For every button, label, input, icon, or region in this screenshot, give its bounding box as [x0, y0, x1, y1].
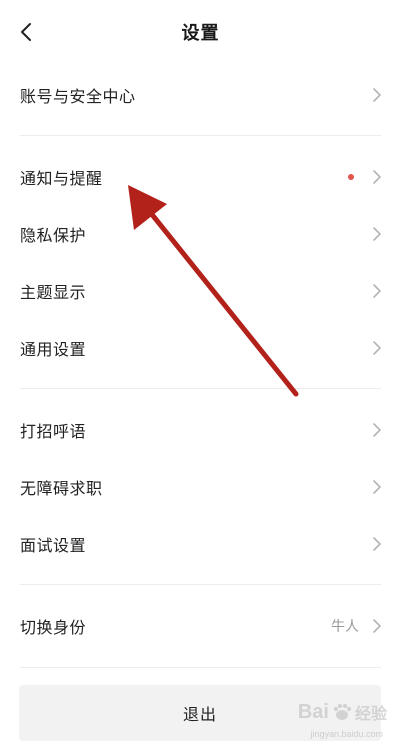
privacy-item[interactable]: 隐私保护 — [20, 206, 381, 262]
settings-page: 设置 账号与安全中心 通知与提醒 隐私保护 主题显示 通用设置 打招呼语 无障碍… — [0, 0, 401, 756]
list-item-label: 主题显示 — [20, 283, 87, 302]
greeting-item[interactable]: 打招呼语 — [20, 402, 381, 458]
chevron-right-icon — [367, 227, 381, 241]
chevron-right-icon — [367, 88, 381, 102]
chevron-right-icon — [367, 341, 381, 355]
baidu-watermark: Bai 经验 — [298, 700, 387, 724]
list-item-label: 通知与提醒 — [20, 169, 103, 188]
list-item-label: 隐私保护 — [20, 226, 87, 245]
list-item-label: 无障碍求职 — [20, 479, 103, 498]
chevron-right-icon — [367, 423, 381, 437]
header: 设置 — [0, 0, 401, 64]
divider — [20, 584, 381, 585]
current-identity-value: 牛人 — [331, 619, 359, 635]
account-security-item[interactable]: 账号与安全中心 — [20, 67, 381, 123]
chevron-right-icon — [367, 619, 381, 633]
watermark-brand-cn: 经验 — [354, 704, 387, 723]
paw-icon — [333, 703, 352, 720]
list-item-label: 打招呼语 — [20, 422, 87, 441]
notification-dot — [348, 174, 354, 180]
list-item-label: 账号与安全中心 — [20, 87, 136, 106]
divider — [20, 135, 381, 136]
accessible-job-search-item[interactable]: 无障碍求职 — [20, 459, 381, 515]
interview-settings-item[interactable]: 面试设置 — [20, 516, 381, 572]
chevron-right-icon — [367, 480, 381, 494]
notifications-item[interactable]: 通知与提醒 — [20, 149, 381, 205]
watermark-brand: Bai — [297, 700, 329, 723]
general-settings-item[interactable]: 通用设置 — [20, 320, 381, 376]
chevron-right-icon — [367, 170, 381, 184]
theme-display-item[interactable]: 主题显示 — [20, 263, 381, 319]
divider — [20, 388, 381, 389]
chevron-right-icon — [367, 284, 381, 298]
list-item-label: 面试设置 — [20, 536, 87, 555]
switch-identity-item[interactable]: 切换身份 牛人 — [20, 598, 381, 654]
divider — [20, 667, 381, 668]
chevron-right-icon — [367, 537, 381, 551]
list-item-label: 切换身份 — [20, 618, 87, 637]
list-item-label: 通用设置 — [20, 340, 87, 359]
page-title: 设置 — [181, 23, 220, 44]
watermark-url: jingyan.baidu.com — [310, 729, 383, 739]
